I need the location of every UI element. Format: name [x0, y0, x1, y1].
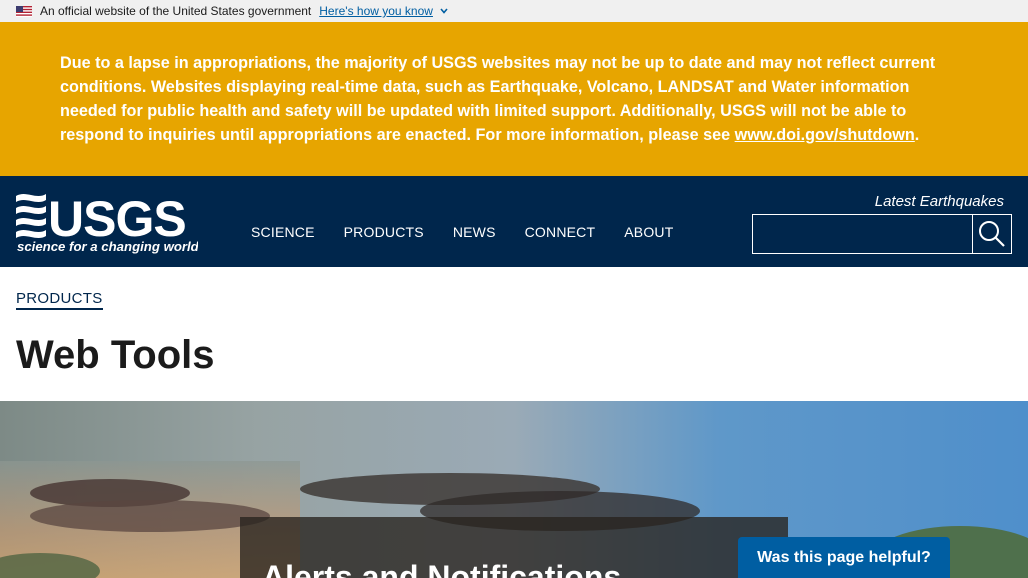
shutdown-alert: Due to a lapse in appropriations, the ma…: [0, 22, 1028, 176]
gov-banner: An official website of the United States…: [0, 0, 1028, 22]
us-flag-icon: [16, 5, 32, 17]
heres-how-you-know-link[interactable]: Here's how you know: [319, 4, 433, 18]
usgs-waves-icon: [16, 194, 46, 238]
nav-news[interactable]: NEWS: [453, 224, 496, 240]
main-nav: SCIENCE PRODUCTS NEWS CONNECT ABOUT: [251, 224, 702, 240]
site-header: USGS science for a changing world SCIENC…: [0, 176, 1028, 267]
breadcrumb-products[interactable]: PRODUCTS: [16, 290, 103, 310]
page-title: Web Tools: [16, 333, 215, 377]
nav-connect[interactable]: CONNECT: [525, 224, 596, 240]
gov-banner-text: An official website of the United States…: [40, 4, 312, 18]
search-box: [752, 214, 1012, 254]
feature-card[interactable]: Alerts and Notifications: [240, 517, 788, 578]
doi-shutdown-link[interactable]: www.doi.gov/shutdown: [735, 126, 915, 144]
nav-about[interactable]: ABOUT: [624, 224, 673, 240]
logo-tagline: science for a changing world: [17, 239, 198, 254]
nav-products[interactable]: PRODUCTS: [344, 224, 424, 240]
feature-card-title: Alerts and Notifications: [262, 559, 622, 578]
search-icon: [979, 221, 1005, 247]
search-input[interactable]: [753, 214, 972, 254]
latest-earthquakes-link[interactable]: Latest Earthquakes: [875, 193, 1004, 210]
usgs-logo[interactable]: USGS science for a changing world: [16, 188, 198, 256]
alert-message: Due to a lapse in appropriations, the ma…: [60, 51, 940, 147]
page-helpful-button[interactable]: Was this page helpful?: [738, 537, 950, 578]
alert-suffix: .: [914, 126, 920, 144]
chevron-down-icon: [440, 8, 448, 14]
nav-science[interactable]: SCIENCE: [251, 224, 315, 240]
search-button[interactable]: [973, 215, 1011, 253]
